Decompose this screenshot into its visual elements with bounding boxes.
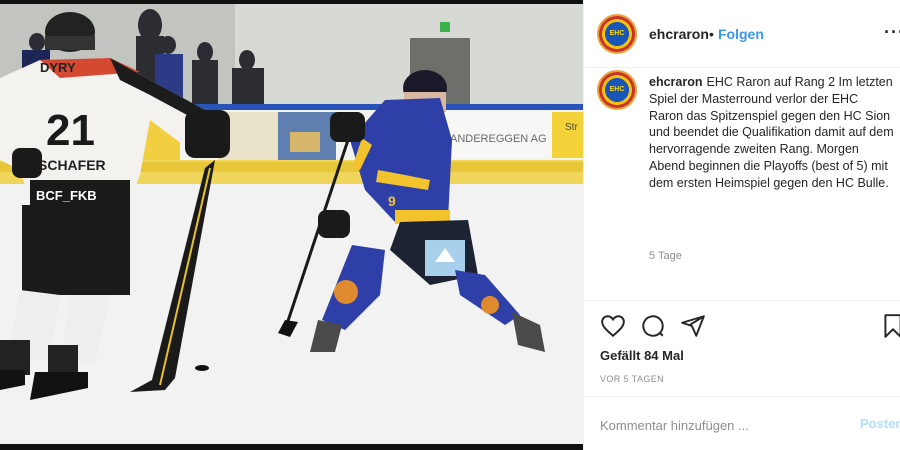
caption-body: EHC Raron auf Rang 2 Im letzten Spiel de… [649,75,894,190]
more-options-icon[interactable]: ··· [884,22,900,43]
caption-avatar[interactable]: EHC [597,70,637,110]
post-photo[interactable]: ANDEREGGEN AG Str DYRY 21 SCHAFER BCF_FK… [0,0,583,450]
caption-username[interactable]: ehcraron [649,75,703,89]
puck [195,365,209,371]
hockey-photo: ANDEREGGEN AG Str DYRY 21 SCHAFER BCF_FK… [0,4,583,444]
avatar-crest: EHC [609,30,625,37]
svg-text:SCHAFER: SCHAFER [38,157,106,173]
caption-text: ehcraron EHC Raron auf Rang 2 Im letzten … [649,74,894,192]
post-date: VOR 5 TAGEN [600,374,665,384]
caption-time-ago: 5 Tage [649,250,682,262]
post-username[interactable]: ehcraron [649,26,709,42]
share-icon[interactable] [680,313,706,339]
follow-button[interactable]: Folgen [718,26,764,42]
heart-icon[interactable] [600,313,626,339]
comment-icon[interactable] [640,313,666,339]
comment-bar: Posten [584,396,900,450]
svg-text:BCF_FKB: BCF_FKB [36,188,97,203]
bookmark-icon[interactable] [880,313,900,339]
svg-text:DYRY: DYRY [40,60,76,75]
board-ad-text: ANDEREGGEN AG [450,133,547,145]
post-side-panel: EHC ehcraron • Folgen ··· EHC ehcraronEH… [583,0,900,450]
separator-dot: • [709,26,714,42]
post-header: EHC ehcraron • Folgen ··· [584,0,900,68]
svg-text:Str: Str [565,122,578,133]
caption: EHC ehcraron EHC Raron auf Rang 2 Im letz… [584,68,900,298]
avatar[interactable]: EHC [597,14,637,54]
svg-text:9: 9 [388,193,396,209]
comment-input[interactable] [600,415,840,435]
post-comment-button[interactable]: Posten [860,416,900,431]
action-bar: Gefällt 84 Mal VOR 5 TAGEN [584,300,900,396]
photo-bottom-border [0,444,583,450]
svg-text:21: 21 [46,106,95,155]
likes-count[interactable]: Gefällt 84 Mal [600,348,684,363]
